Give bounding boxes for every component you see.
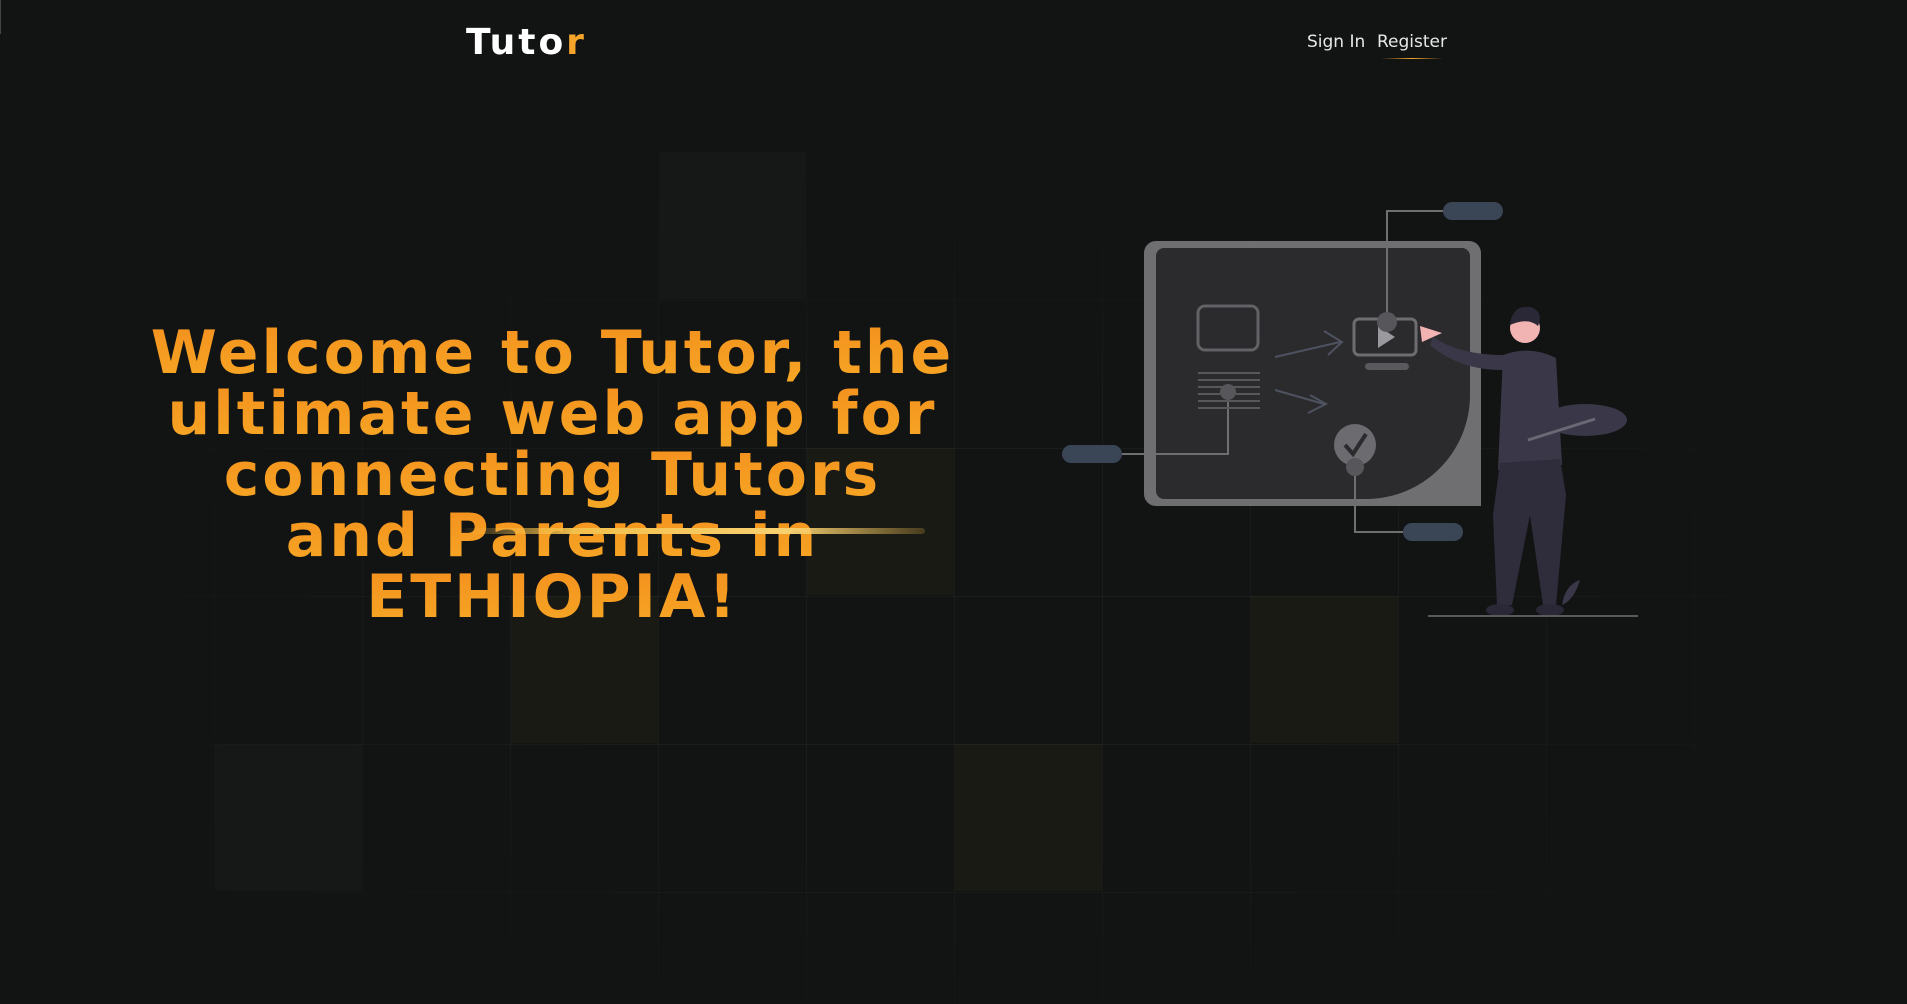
background-tile <box>955 744 1102 891</box>
logo[interactable]: Tutor <box>466 22 587 63</box>
headline-underline-brush <box>460 528 925 534</box>
logo-text: Tuto <box>466 22 567 63</box>
background-tile <box>215 744 362 891</box>
top-navbar: Tutor Sign In Register <box>0 0 1907 90</box>
background-tile <box>659 152 806 299</box>
register-link[interactable]: Register <box>1377 32 1447 59</box>
hero-headline: Welcome to Tutor, the ultimate web app f… <box>150 323 955 628</box>
hero-headline-text: Welcome to Tutor, the ultimate web app f… <box>150 318 955 633</box>
sign-in-link[interactable]: Sign In <box>1307 32 1365 52</box>
logo-accent-letter: r <box>566 22 587 63</box>
online-learning-illustration <box>1062 202 1638 617</box>
